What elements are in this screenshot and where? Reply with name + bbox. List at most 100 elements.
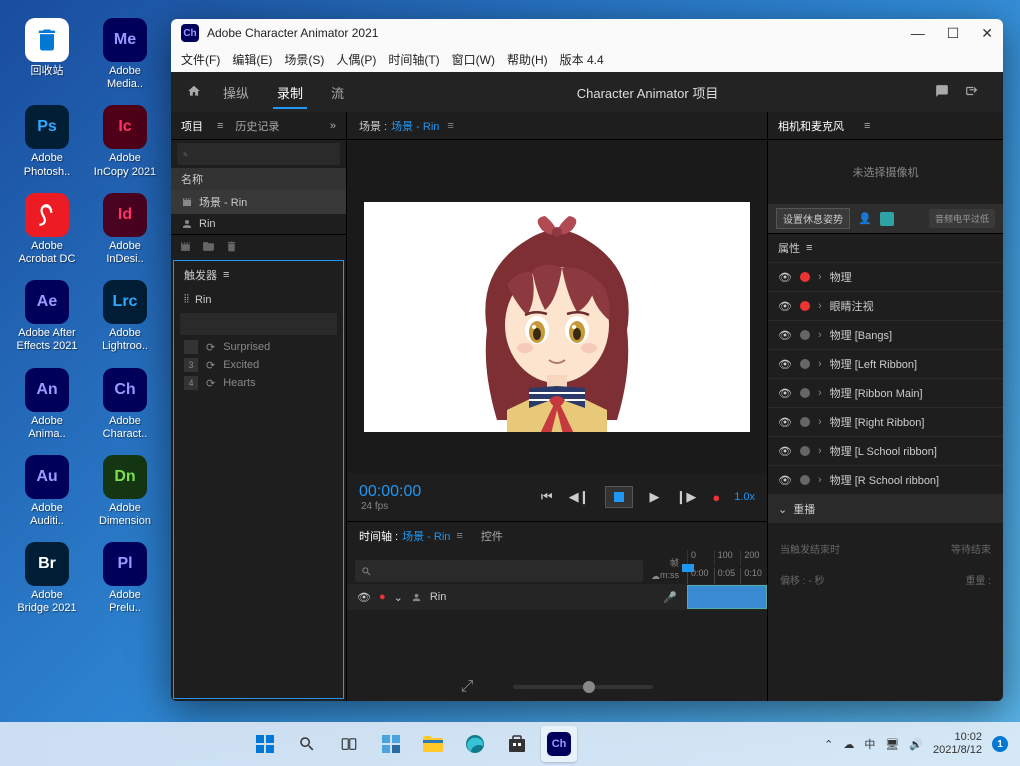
goto-start-icon[interactable]: ⏮ [541, 489, 553, 505]
close-button[interactable]: ✕ [981, 25, 993, 42]
chevron-right-icon[interactable]: › [818, 358, 822, 370]
desktop-icon[interactable]: PlAdobe Prelu.. [90, 542, 160, 615]
trigger-search[interactable] [180, 313, 337, 335]
playhead[interactable] [687, 550, 688, 584]
search-icon[interactable] [289, 726, 325, 762]
desktop-icon[interactable]: IcAdobe InCopy 2021 [90, 105, 160, 178]
record-icon[interactable]: ● [712, 490, 720, 505]
start-button[interactable] [247, 726, 283, 762]
property-row[interactable]: 👁›眼睛注视 [768, 291, 1003, 320]
timeline-scene[interactable]: 场景 - Rin [402, 528, 450, 544]
menu-item[interactable]: 文件(F) [181, 51, 220, 68]
clock[interactable]: 10:02 2021/8/12 [933, 731, 982, 757]
zoom-slider[interactable] [513, 685, 653, 689]
character-animator-taskbar-icon[interactable]: Ch [541, 726, 577, 762]
desktop-icon[interactable]: AeAdobe After Effects 2021 [12, 280, 82, 353]
desktop-icon[interactable]: PsAdobe Photosh.. [12, 105, 82, 178]
notification-badge[interactable]: 1 [992, 736, 1008, 752]
desktop-icon[interactable]: DnAdobe Dimension [90, 455, 160, 528]
mic-toggle-icon[interactable] [880, 212, 894, 226]
project-search-input[interactable] [192, 148, 334, 160]
property-row[interactable]: 👁›物理 [768, 262, 1003, 291]
onedrive-icon[interactable]: ☁ [843, 738, 854, 751]
timeline-controls[interactable]: 控件 [481, 528, 503, 544]
timeline-search[interactable] [355, 560, 643, 582]
property-row[interactable]: 👁›物理 [Bangs] [768, 320, 1003, 349]
scene-name[interactable]: 场景 - Rin [391, 118, 439, 134]
mode-tab[interactable]: 录制 [273, 80, 307, 109]
timeline-track[interactable]: 👁 ● ⌄ Rin 🎤 [347, 584, 767, 610]
timecode[interactable]: 00:00:00 [359, 483, 421, 501]
eye-icon[interactable]: 👁 [778, 474, 792, 487]
hamburger-icon[interactable]: ≡ [806, 242, 812, 254]
edge-icon[interactable] [457, 726, 493, 762]
desktop-icon[interactable]: LrcAdobe Lightroo.. [90, 280, 160, 353]
rest-pose-button[interactable]: 设置休息姿势 [776, 208, 850, 229]
explorer-icon[interactable] [415, 726, 451, 762]
chevron-right-icon[interactable]: › [818, 387, 822, 399]
chevron-right-icon[interactable]: › [818, 416, 822, 428]
trigger-search-input[interactable] [190, 318, 332, 330]
timeline-search-input[interactable] [376, 565, 637, 577]
arm-dot[interactable] [800, 475, 810, 485]
eye-icon[interactable]: 👁 [778, 300, 792, 313]
chevron-down-icon[interactable]: ⌄ [394, 591, 403, 604]
hamburger-icon[interactable]: ≡ [223, 269, 229, 281]
menu-item[interactable]: 帮助(H) [507, 51, 548, 68]
eye-icon[interactable]: 👁 [778, 416, 792, 429]
mode-tab[interactable]: 操纵 [219, 80, 253, 107]
eye-icon[interactable]: 👁 [357, 591, 371, 604]
eye-icon[interactable]: 👁 [778, 445, 792, 458]
trigger-item[interactable]: 3⟳Excited [174, 356, 343, 374]
desktop-icon[interactable]: BrAdobe Bridge 2021 [12, 542, 82, 615]
tab-history[interactable]: 历史记录 [235, 118, 279, 134]
desktop-icon[interactable]: IdAdobe InDesi.. [90, 193, 160, 266]
tray-chevron-icon[interactable]: ⌃ [824, 738, 833, 751]
eye-icon[interactable]: 👁 [778, 358, 792, 371]
arm-dot[interactable] [800, 330, 810, 340]
arm-dot[interactable] [800, 446, 810, 456]
step-forward-icon[interactable]: ❙▶ [675, 489, 696, 505]
desktop-icon[interactable]: AuAdobe Auditi.. [12, 455, 82, 528]
arm-dot[interactable] [800, 301, 810, 311]
minimize-button[interactable]: — [911, 25, 925, 42]
stop-button[interactable] [605, 486, 633, 508]
desktop-icon[interactable]: 回收站 [12, 18, 82, 91]
desktop-icon[interactable]: MeAdobe Media.. [90, 18, 160, 91]
tab-project[interactable]: 项目 [181, 118, 203, 134]
eye-icon[interactable]: 👁 [778, 271, 792, 284]
chat-icon[interactable] [927, 84, 957, 101]
clapboard-icon[interactable] [179, 240, 192, 253]
chevron-down-icon[interactable]: ⌄ [778, 503, 787, 516]
trigger-item[interactable]: ⟳Surprised [174, 338, 343, 356]
network-icon[interactable]: 🖥 [885, 738, 899, 751]
delete-icon[interactable] [225, 240, 238, 253]
timeline-ruler[interactable]: 0100200 0:000:050:10 [687, 550, 767, 584]
property-row[interactable]: 👁›物理 [Ribbon Main] [768, 378, 1003, 407]
desktop-icon[interactable]: ChAdobe Charact.. [90, 368, 160, 441]
arm-dot[interactable] [800, 359, 810, 369]
chevron-right-icon[interactable]: › [818, 445, 822, 457]
property-row[interactable]: 👁›物理 [Left Ribbon] [768, 349, 1003, 378]
property-row[interactable]: 👁›物理 [L School ribbon] [768, 436, 1003, 465]
project-item[interactable]: Rin [171, 214, 346, 234]
trigger-puppet[interactable]: ⦙⦙Rin [174, 289, 343, 310]
maximize-button[interactable]: ☐ [947, 25, 960, 42]
menu-item[interactable]: 人偶(P) [336, 51, 376, 68]
eye-icon[interactable]: 👁 [778, 329, 792, 342]
chevron-right-icon[interactable]: › [818, 329, 822, 341]
hamburger-icon[interactable]: ≡ [217, 120, 223, 132]
folder-icon[interactable] [202, 240, 215, 253]
track-clip[interactable] [687, 585, 767, 609]
menu-item[interactable]: 编辑(E) [232, 51, 272, 68]
record-dot-icon[interactable]: ● [379, 591, 386, 603]
playback-speed[interactable]: 1.0x [734, 491, 755, 503]
hamburger-icon[interactable]: ≡ [864, 120, 870, 132]
chevron-right-icon[interactable]: › [818, 474, 822, 486]
desktop-icon[interactable]: Adobe Acrobat DC [12, 193, 82, 266]
arm-dot[interactable] [800, 388, 810, 398]
share-icon[interactable] [957, 84, 987, 101]
desktop-icon[interactable]: AnAdobe Anima.. [12, 368, 82, 441]
step-back-icon[interactable]: ◀❙ [569, 489, 590, 505]
home-icon[interactable] [187, 84, 201, 101]
